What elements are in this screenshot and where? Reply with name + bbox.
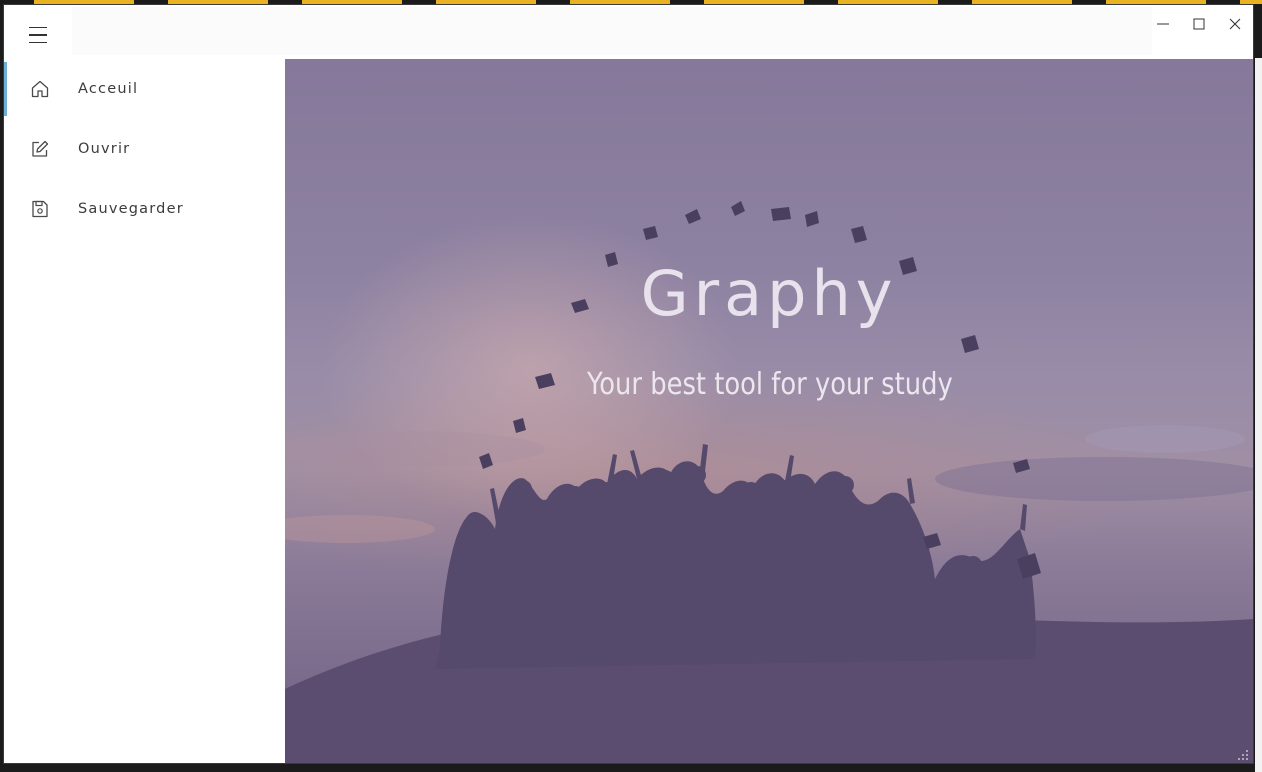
hero-title: Graphy	[640, 257, 898, 330]
hero-panel: Graphy Your best tool for your study	[285, 59, 1253, 763]
sidebar-item-label: Ouvrir	[78, 141, 131, 157]
title-bar-area	[72, 7, 1152, 55]
title-bar	[4, 5, 1253, 59]
sidebar-item-acceuil[interactable]: Acceuil	[4, 59, 285, 119]
resize-grip-icon[interactable]	[1237, 749, 1249, 761]
desktop-background-edge	[1255, 58, 1262, 772]
hamburger-menu-icon[interactable]	[26, 23, 50, 47]
minimize-button[interactable]	[1145, 5, 1181, 43]
sidebar-nav: Acceuil Ouvrir Sauvegarder	[4, 59, 285, 763]
graduation-background-image	[285, 201, 1253, 763]
edit-icon	[29, 138, 51, 160]
minimize-icon	[1157, 23, 1169, 25]
maximize-button[interactable]	[1181, 5, 1217, 43]
sidebar-item-sauvegarder[interactable]: Sauvegarder	[4, 179, 285, 239]
sidebar-item-ouvrir[interactable]: Ouvrir	[4, 119, 285, 179]
save-icon	[29, 198, 51, 220]
sidebar-item-label: Sauvegarder	[78, 201, 184, 217]
close-button[interactable]	[1217, 5, 1253, 43]
app-window: Acceuil Ouvrir Sauvegarder Graphy Your b…	[3, 4, 1254, 764]
hero-subtitle: Your best tool for your study	[586, 367, 953, 402]
home-icon	[29, 78, 51, 100]
window-controls	[1145, 5, 1253, 43]
sidebar-item-label: Acceuil	[78, 81, 139, 97]
maximize-icon	[1193, 18, 1205, 30]
close-icon	[1229, 18, 1241, 30]
